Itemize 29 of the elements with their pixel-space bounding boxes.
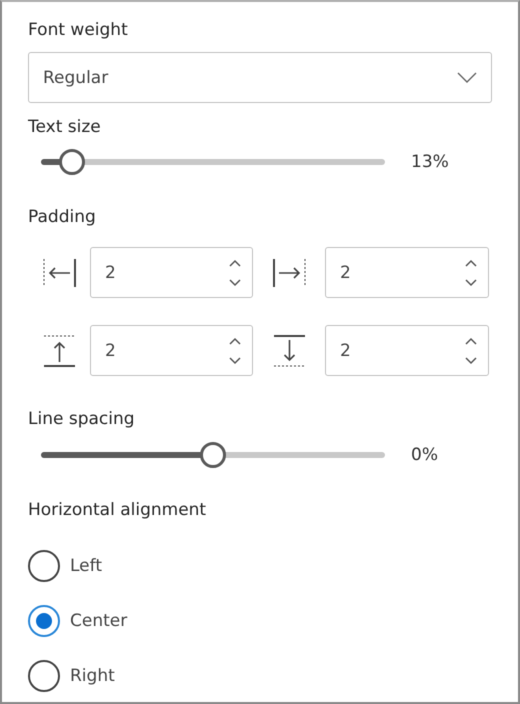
section-label: Text size: [28, 116, 101, 139]
section-label: Font weight: [28, 19, 128, 42]
chevron-down-icon: [457, 72, 477, 83]
section-label: Horizontal alignment: [28, 499, 206, 522]
slider-track[interactable]: [41, 442, 385, 468]
section-label: Padding: [28, 206, 96, 229]
padding-top-icon: [42, 334, 76, 368]
radio-label[interactable]: Center: [70, 611, 128, 631]
number-spinner[interactable]: 2: [325, 247, 489, 298]
slider-track[interactable]: [41, 149, 385, 175]
number-spinner[interactable]: 2: [90, 247, 253, 298]
number-spinner[interactable]: 2: [90, 325, 253, 376]
radio-button[interactable]: [28, 605, 60, 637]
spin-arrows-icon: [464, 258, 478, 288]
radio-button[interactable]: [28, 660, 60, 692]
spin-arrows-icon: [228, 258, 242, 288]
slider-reading: 13%: [411, 152, 449, 172]
section-label: Line spacing: [28, 408, 135, 431]
spin-arrows-icon: [228, 336, 242, 366]
slider-thumb[interactable]: [58, 149, 85, 175]
radio-button[interactable]: [28, 550, 60, 582]
spin-arrows-icon: [464, 336, 478, 366]
padding-bottom-icon: [272, 334, 306, 368]
number-spinner[interactable]: 2: [325, 325, 489, 376]
radio-label[interactable]: Left: [70, 556, 102, 576]
font-weight-dropdown[interactable]: Regular: [28, 52, 492, 103]
slider-thumb[interactable]: [200, 442, 226, 468]
slider-reading: 0%: [411, 445, 438, 465]
radio-label[interactable]: Right: [70, 666, 115, 686]
